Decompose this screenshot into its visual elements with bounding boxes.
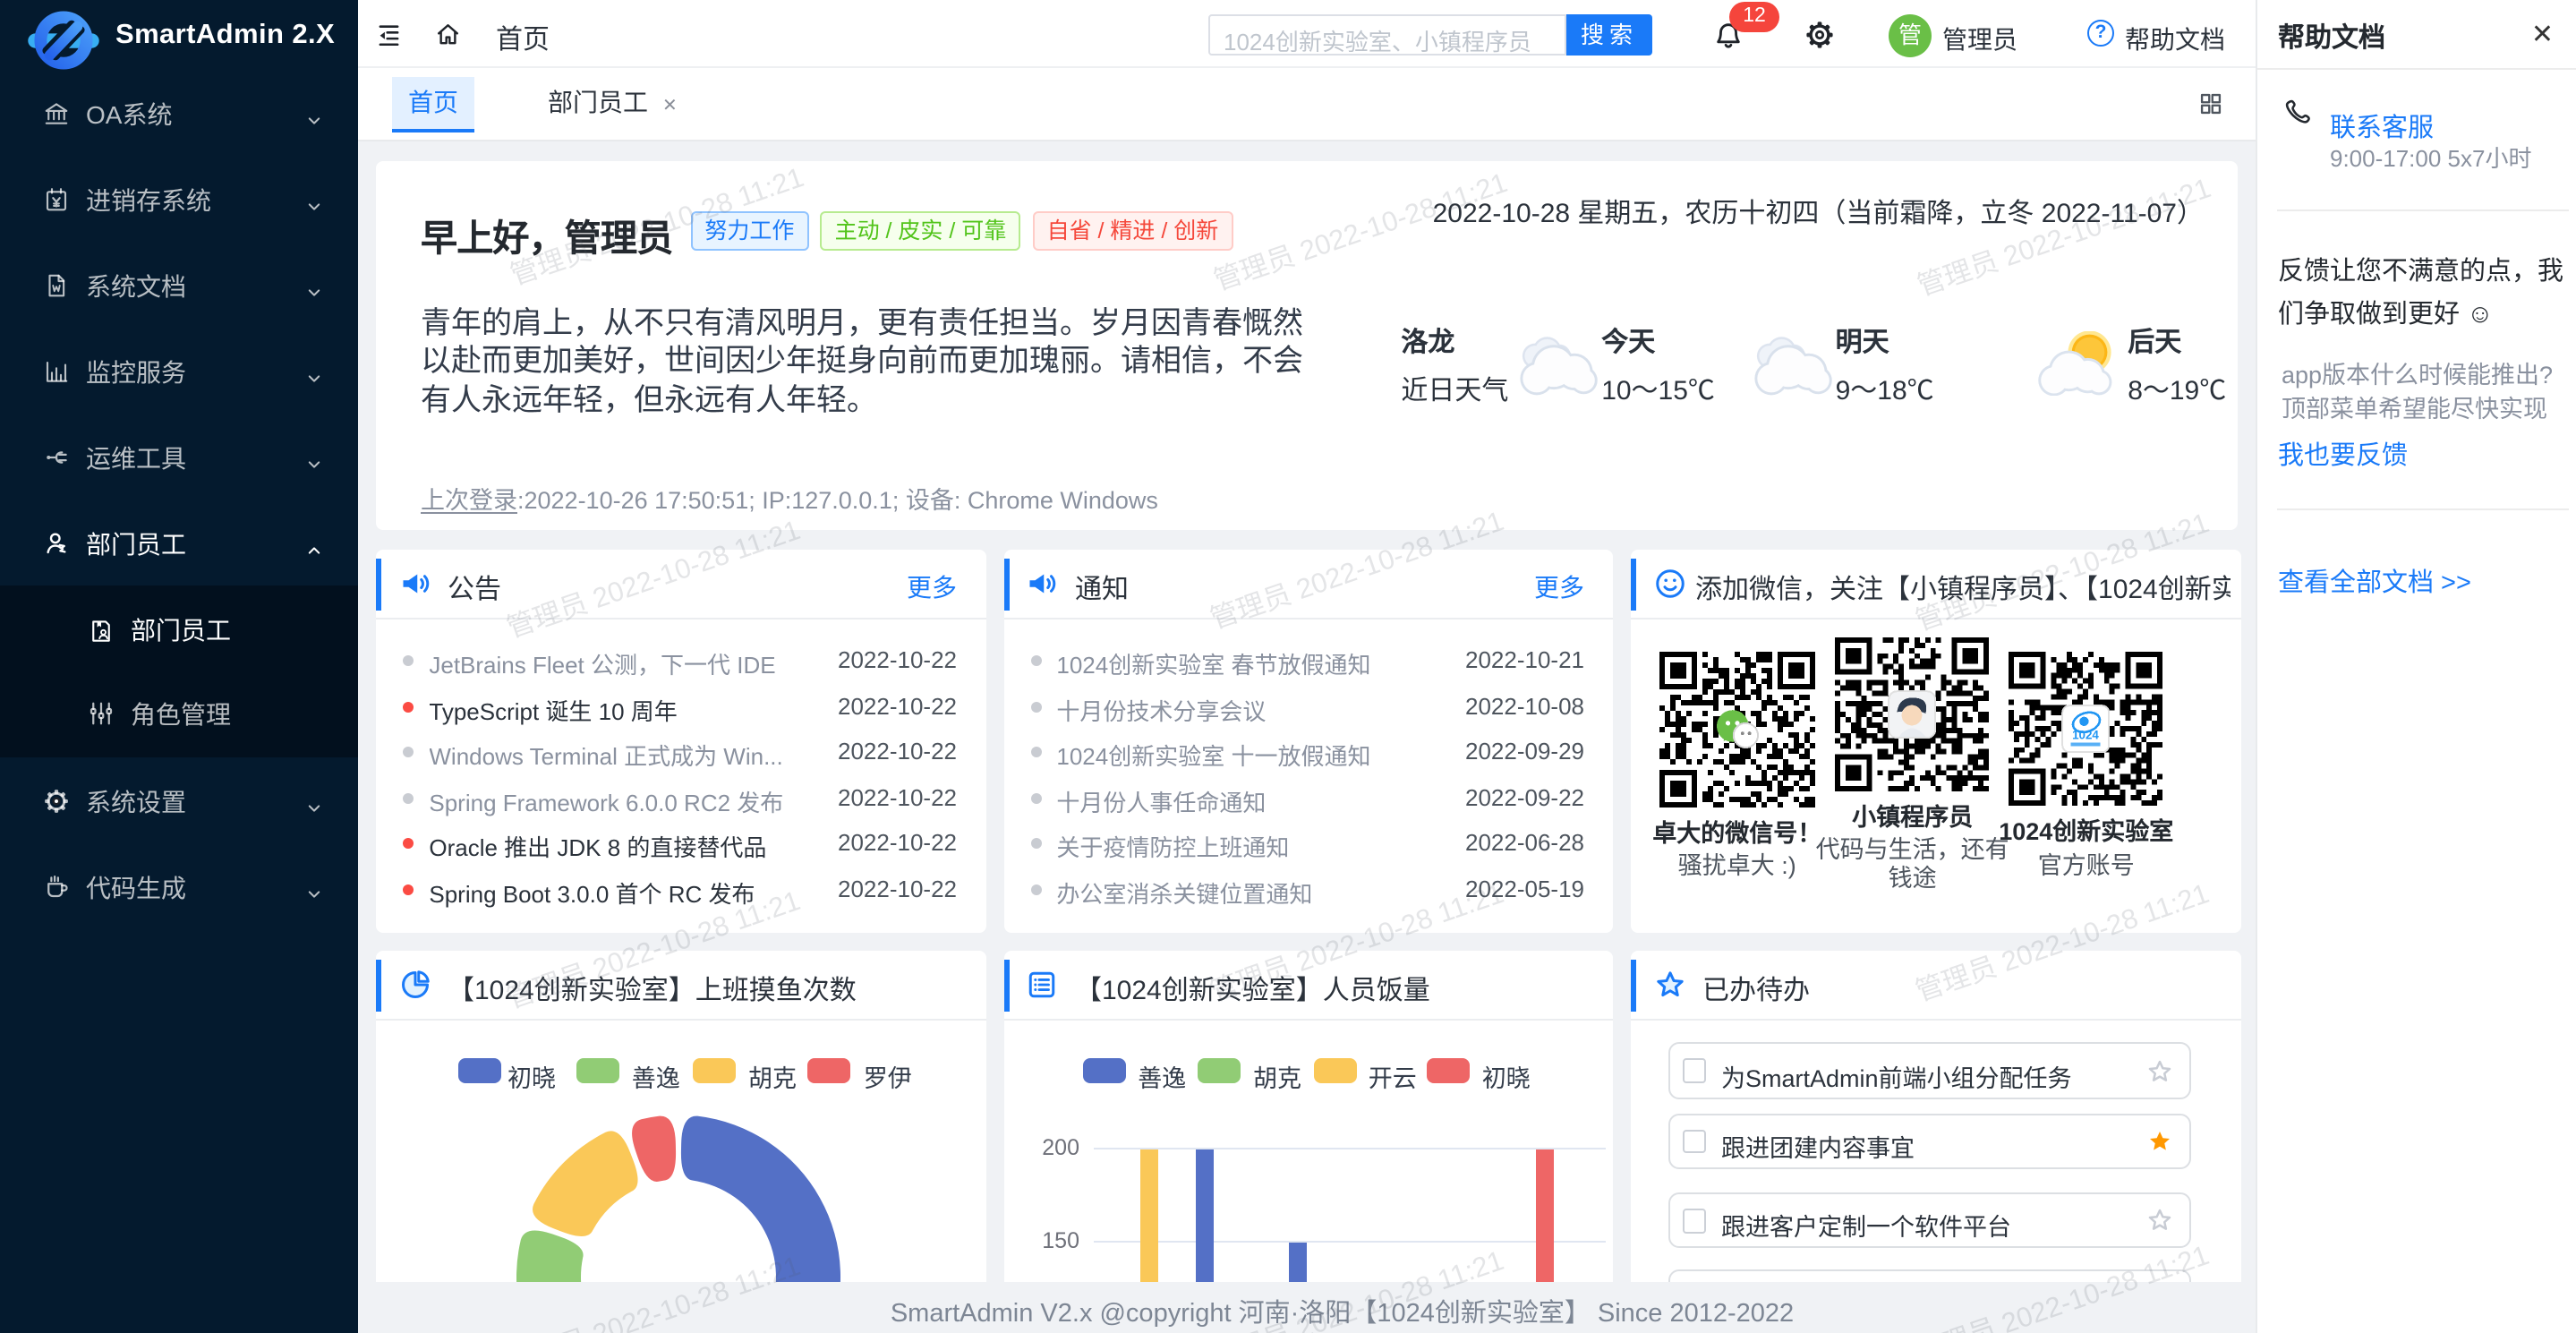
svg-text:1024: 1024 <box>2073 729 2100 742</box>
